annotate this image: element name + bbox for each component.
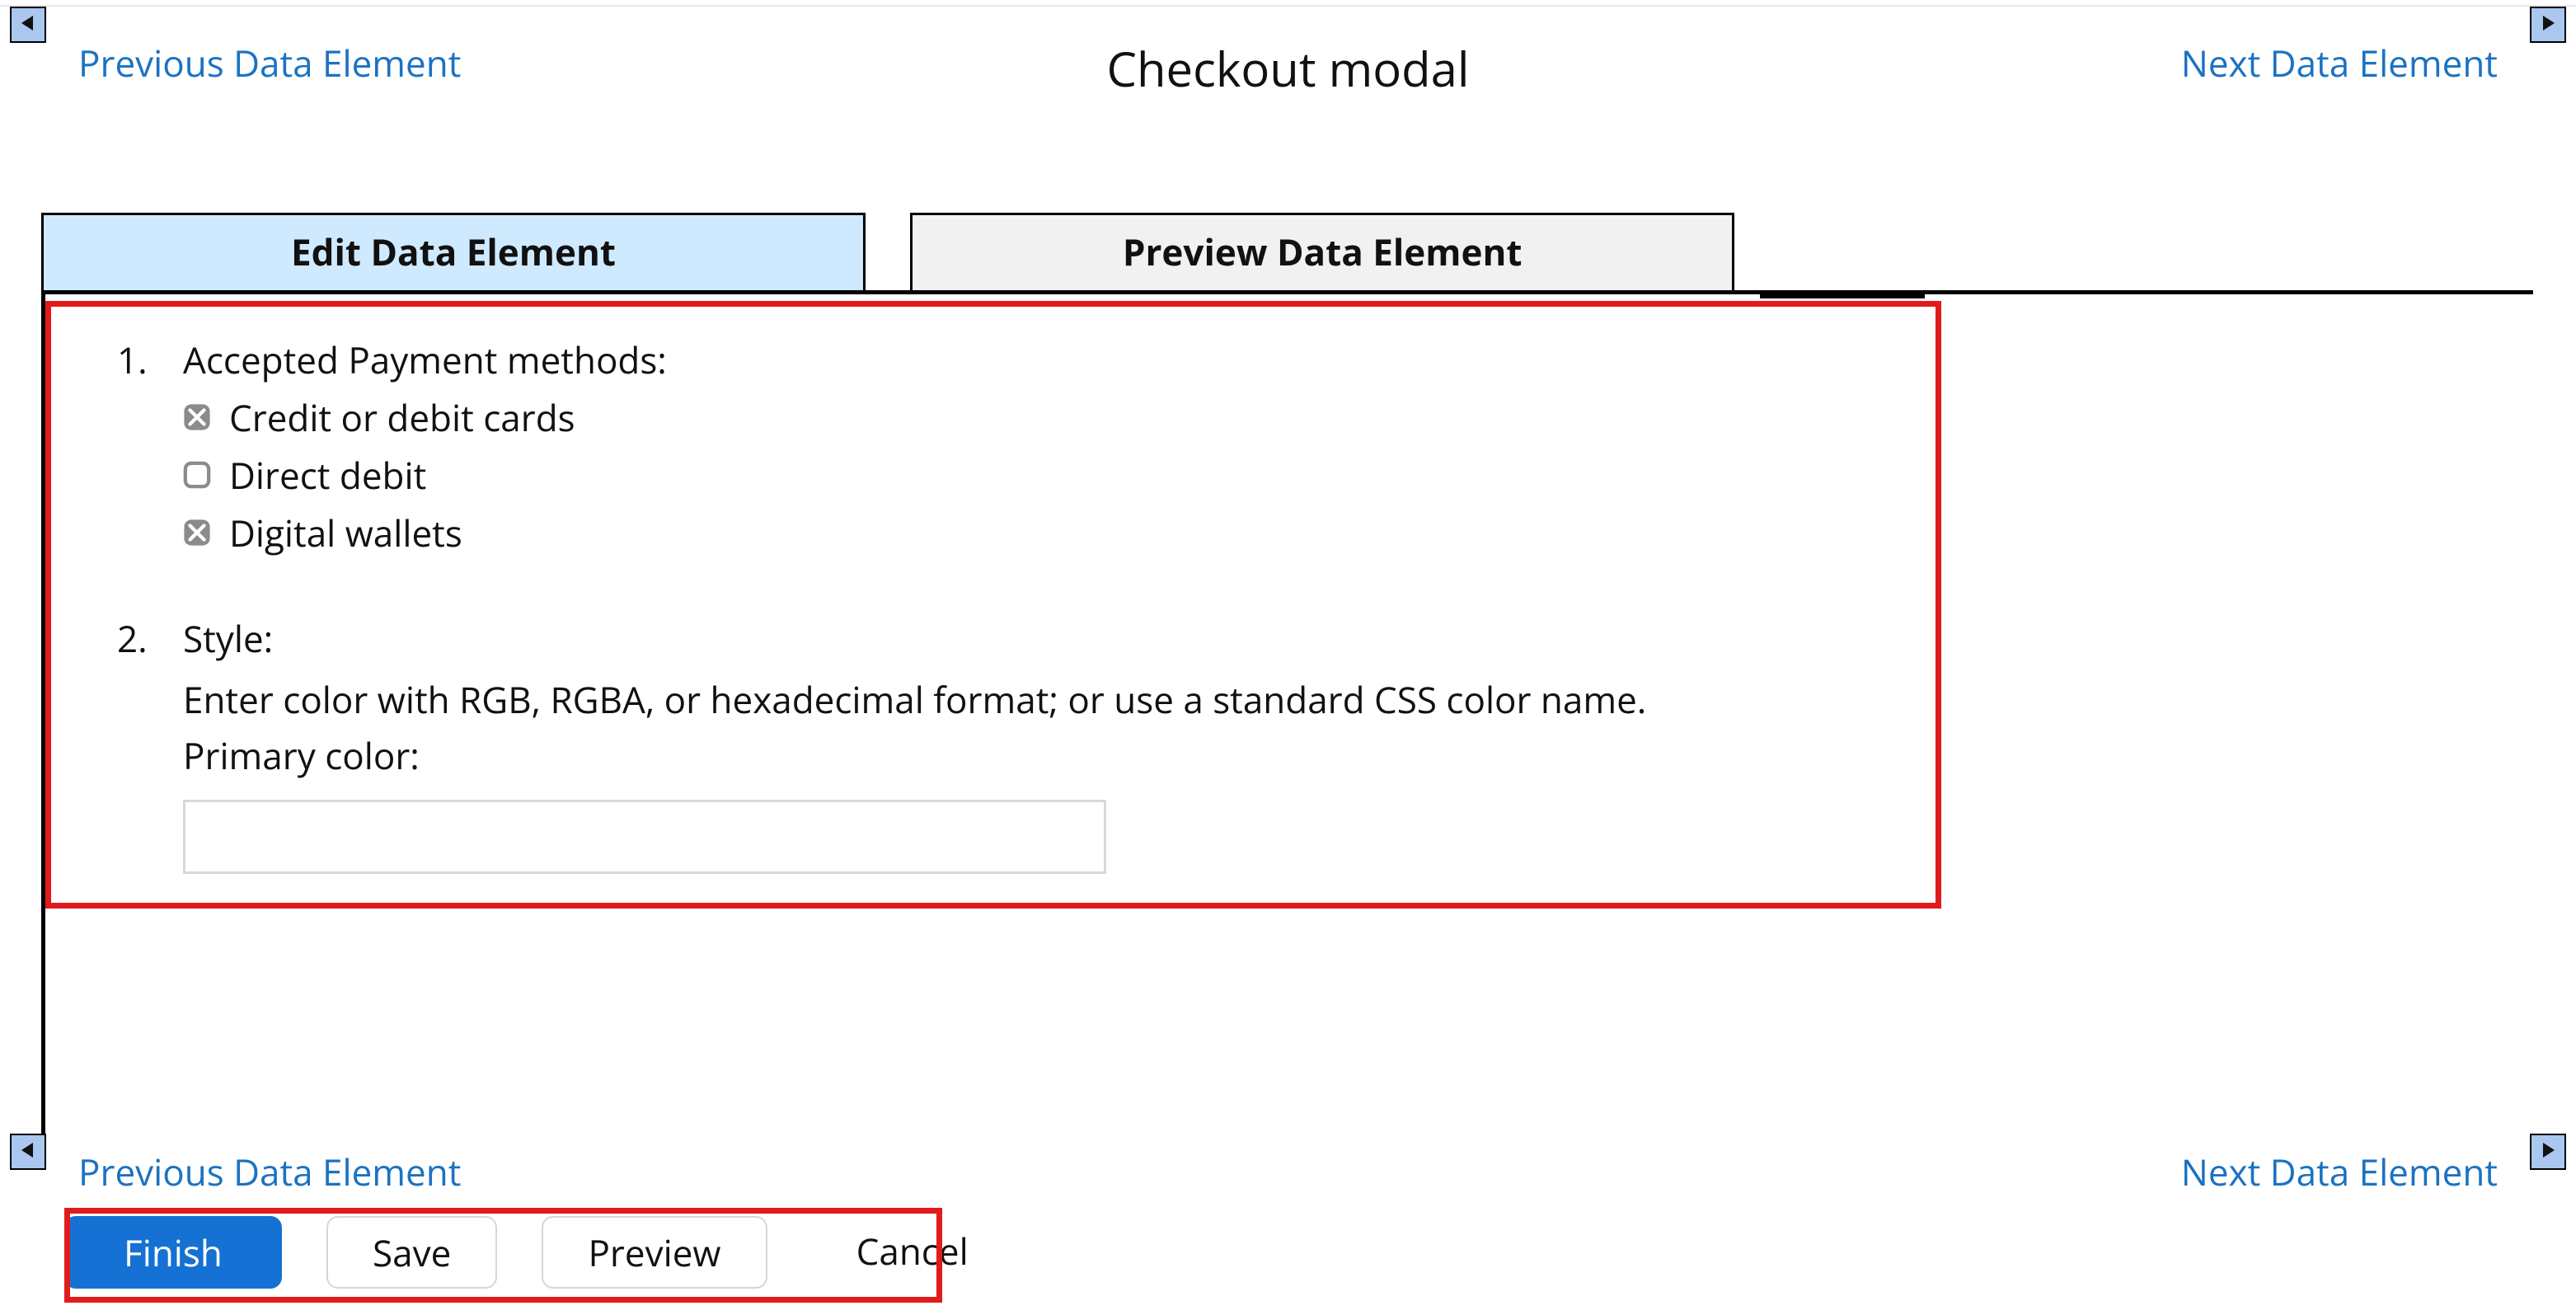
edit-form-callout: 1. Accepted Payment methods: Credit or d…	[45, 301, 1941, 909]
checkbox-row-digital-wallets[interactable]: Digital wallets	[183, 505, 1903, 561]
tab-preview-data-element[interactable]: Preview Data Element	[910, 213, 1734, 290]
cancel-button[interactable]: Cancel	[812, 1216, 1013, 1289]
checkbox-checked-icon	[183, 403, 211, 431]
primary-color-input[interactable]	[183, 800, 1106, 874]
next-data-element-link[interactable]: Next Data Element	[2181, 38, 2498, 87]
tab-preview-label: Preview Data Element	[1123, 227, 1523, 276]
tab-edit-data-element[interactable]: Edit Data Element	[41, 213, 866, 290]
item1-number: 1.	[117, 331, 183, 561]
checkbox-checked-icon	[183, 519, 211, 547]
preview-button[interactable]: Preview	[542, 1216, 767, 1289]
checkbox-label-direct-debit: Direct debit	[229, 447, 426, 503]
prev-data-element-link-bottom[interactable]: Previous Data Element	[78, 1147, 461, 1196]
form-item-style: 2. Style: Enter color with RGB, RGBA, or…	[117, 610, 1903, 874]
prev-arrow-button[interactable]	[10, 7, 46, 43]
checkbox-unchecked-icon	[183, 461, 211, 489]
checkbox-row-credit-debit[interactable]: Credit or debit cards	[183, 389, 1903, 445]
item2-heading: Style:	[183, 610, 1903, 666]
top-nav-row: Previous Data Element Checkout modal Nex…	[0, 7, 2576, 89]
tab-edit-label: Edit Data Element	[291, 227, 616, 276]
checkbox-row-direct-debit[interactable]: Direct debit	[183, 447, 1903, 503]
prev-arrow-button-bottom[interactable]	[10, 1134, 46, 1170]
tabs: Edit Data Element Preview Data Element	[41, 213, 2576, 290]
checkbox-label-credit-debit: Credit or debit cards	[229, 389, 575, 445]
finish-button[interactable]: Finish	[64, 1216, 282, 1289]
prev-data-element-link[interactable]: Previous Data Element	[78, 38, 461, 87]
primary-color-label: Primary color:	[183, 727, 1903, 783]
triangle-right-icon	[2538, 13, 2558, 37]
save-button[interactable]: Save	[326, 1216, 497, 1289]
triangle-left-icon	[18, 13, 38, 37]
next-arrow-button[interactable]	[2530, 7, 2566, 43]
checkbox-label-digital-wallets: Digital wallets	[229, 505, 462, 561]
form-item-payment-methods: 1. Accepted Payment methods: Credit or d…	[117, 331, 1903, 561]
panel-top-edge-segment	[1760, 294, 1925, 298]
triangle-left-icon	[18, 1140, 38, 1164]
item2-number: 2.	[117, 610, 183, 874]
actions-row: Finish Save Preview Cancel	[64, 1216, 2576, 1315]
next-arrow-button-bottom[interactable]	[2530, 1134, 2566, 1170]
style-hint-text: Enter color with RGB, RGBA, or hexadecim…	[183, 671, 1903, 727]
bottom-nav-row: Previous Data Element Next Data Element	[0, 1127, 2576, 1191]
next-data-element-link-bottom[interactable]: Next Data Element	[2181, 1147, 2498, 1196]
triangle-right-icon	[2538, 1140, 2558, 1164]
item1-heading: Accepted Payment methods:	[183, 331, 1903, 387]
editor-panel: 1. Accepted Payment methods: Credit or d…	[41, 290, 2533, 1127]
